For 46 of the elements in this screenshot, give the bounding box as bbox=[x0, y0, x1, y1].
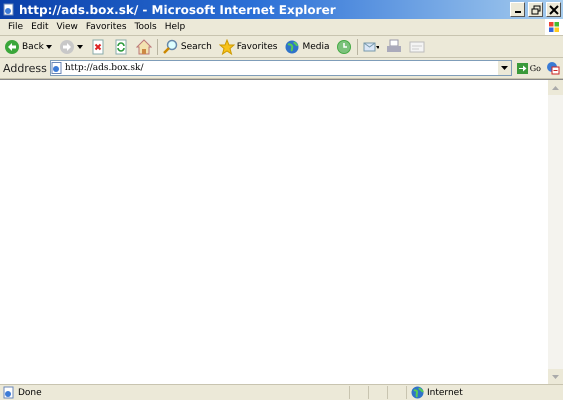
menu-item[interactable]: Edit bbox=[27, 22, 52, 32]
house-icon bbox=[136, 38, 152, 54]
toolbar-button[interactable]: Back bbox=[2, 38, 54, 56]
toolbar-button[interactable]: Favorites bbox=[216, 38, 280, 56]
browser-page-icon bbox=[2, 2, 16, 16]
address-label: Address bbox=[3, 62, 47, 74]
clock-icon bbox=[336, 38, 352, 54]
security-zone: Internet bbox=[427, 388, 463, 398]
circle-arrow-right-icon bbox=[58, 38, 75, 54]
document-icon bbox=[409, 38, 426, 54]
page-with-arrows-icon bbox=[112, 38, 129, 54]
menu-item[interactable]: View bbox=[52, 22, 82, 32]
restore-button[interactable] bbox=[528, 2, 543, 17]
go-button[interactable]: Go bbox=[514, 62, 543, 74]
close-icon bbox=[548, 4, 558, 14]
address-field[interactable]: http://ads.box.sk/ bbox=[64, 63, 496, 73]
globe-icon bbox=[284, 38, 300, 54]
status-text: Done bbox=[18, 388, 42, 398]
menu-item[interactable]: Tools bbox=[130, 22, 161, 32]
menu-item[interactable]: Favorites bbox=[82, 22, 131, 32]
scroll-down-icon bbox=[552, 374, 559, 378]
toolbar-button[interactable]: Media bbox=[282, 38, 332, 56]
close-button[interactable] bbox=[546, 2, 561, 17]
search-icon bbox=[162, 38, 179, 54]
address-bar-field[interactable]: http://ads.box.sk/ bbox=[50, 60, 512, 76]
arrow-right-icon bbox=[516, 62, 528, 74]
browser-page-icon bbox=[2, 386, 15, 399]
house-button[interactable] bbox=[134, 38, 154, 56]
page-with-x-icon bbox=[90, 38, 106, 54]
restore-icon bbox=[530, 4, 540, 14]
menu-item[interactable]: File bbox=[4, 22, 28, 32]
browser-page-icon bbox=[50, 62, 63, 74]
windows-flag-icon bbox=[548, 21, 560, 33]
globe-icon bbox=[411, 386, 424, 399]
menu-item[interactable]: Help bbox=[160, 22, 190, 32]
window-title: http://ads.box.sk/ - Microsoft Internet Explorer bbox=[19, 2, 337, 16]
vertical-scrollbar[interactable] bbox=[548, 80, 563, 384]
star-icon bbox=[218, 38, 235, 54]
globe-document-icon bbox=[546, 61, 560, 75]
dropdown-arrow-icon bbox=[500, 66, 508, 70]
circle-arrow-left-icon bbox=[4, 38, 20, 54]
printer-icon bbox=[386, 38, 402, 54]
toolbar-button[interactable]: Search bbox=[160, 38, 214, 56]
scroll-up-icon bbox=[552, 86, 559, 90]
minimize-icon bbox=[514, 11, 520, 13]
minimize-button[interactable] bbox=[510, 2, 525, 17]
